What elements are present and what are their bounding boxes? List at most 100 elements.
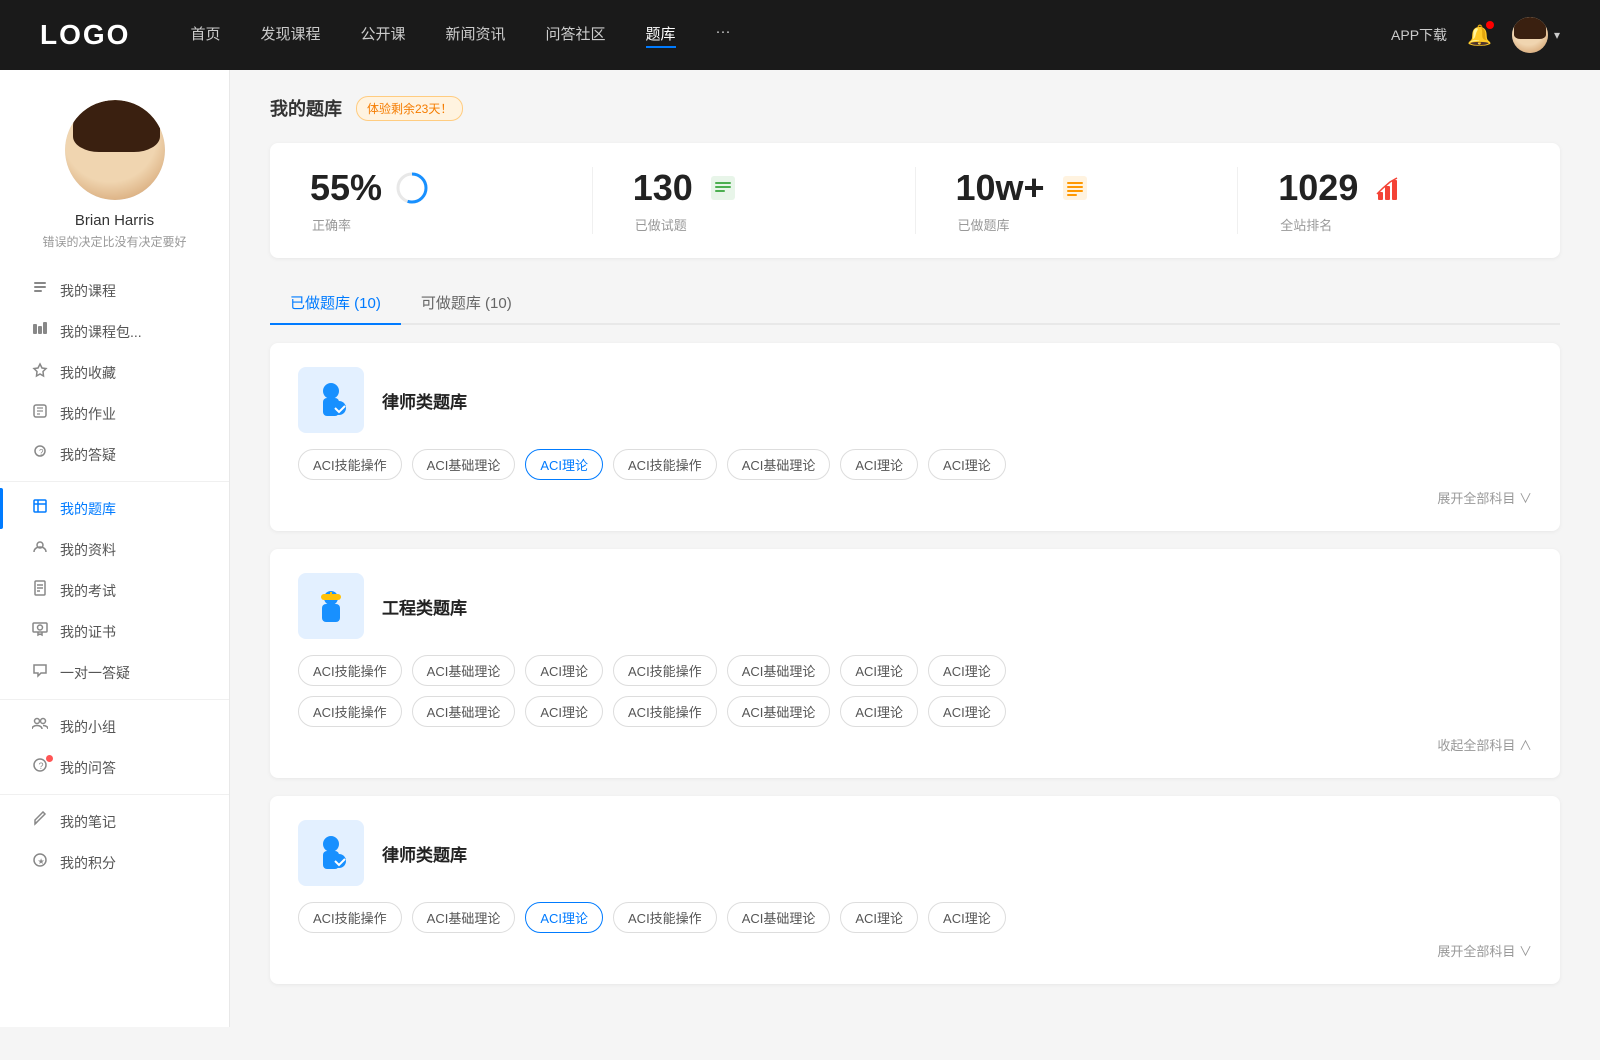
- tag-2-6[interactable]: ACI理论: [928, 902, 1006, 933]
- doc-icon: [1059, 172, 1091, 204]
- tags-row-0: ACI技能操作 ACI基础理论 ACI理论 ACI技能操作 ACI基础理论 ACI理论 AC…: [298, 449, 1532, 480]
- sidebar-item-0[interactable]: 我的课程: [0, 270, 229, 311]
- stat-icon-2: [1057, 170, 1093, 206]
- menu-label-8: 我的证书: [60, 622, 116, 642]
- tag-0-3[interactable]: ACI技能操作: [613, 449, 717, 480]
- tag2-1-5[interactable]: ACI理论: [840, 696, 918, 727]
- sidebar-item-9[interactable]: 一对一答疑: [0, 652, 229, 693]
- tag-2-3[interactable]: ACI技能操作: [613, 902, 717, 933]
- sidebar-item-5[interactable]: 我的题库: [0, 488, 229, 529]
- tag2-1-6[interactable]: ACI理论: [928, 696, 1006, 727]
- tag-0-0[interactable]: ACI技能操作: [298, 449, 402, 480]
- nav-link-新闻资讯[interactable]: 新闻资讯: [446, 23, 506, 48]
- expand-collapse-1[interactable]: 收起全部科目 ∧: [298, 735, 1532, 754]
- tag-1-5[interactable]: ACI理论: [840, 655, 918, 686]
- expand-collapse-0[interactable]: 展开全部科目 ∨: [298, 488, 1532, 507]
- stat-number-1: 130: [633, 167, 693, 209]
- tag2-1-3[interactable]: ACI技能操作: [613, 696, 717, 727]
- trial-badge: 体验剩余23天！: [356, 96, 463, 121]
- sidebar-item-12[interactable]: 我的笔记: [0, 801, 229, 842]
- nav-link-···[interactable]: ···: [716, 23, 731, 48]
- tag2-1-2[interactable]: ACI理论: [525, 696, 603, 727]
- qbank-card-0: 律师类题库 ACI技能操作ACI基础理论ACI理论ACI技能操作ACI基础理论A…: [270, 343, 1560, 531]
- sidebar-item-2[interactable]: 我的收藏: [0, 352, 229, 393]
- tag-1-1[interactable]: ACI基础理论: [412, 655, 516, 686]
- tag-1-0[interactable]: ACI技能操作: [298, 655, 402, 686]
- sidebar-item-13[interactable]: ★ 我的积分: [0, 842, 229, 883]
- sidebar-item-4[interactable]: ? 我的答疑: [0, 434, 229, 475]
- qbank-header-1: 工程类题库: [298, 573, 1532, 639]
- notification-dot: [1486, 21, 1494, 29]
- nav-links: 首页 发现课程 公开课 新闻资讯 问答社区 题库 ···: [190, 23, 1391, 48]
- tag-0-6[interactable]: ACI理论: [928, 449, 1006, 480]
- sidebar-item-11[interactable]: ? 我的问答: [0, 747, 229, 788]
- menu-icon-8: [30, 621, 50, 642]
- nav-link-题库[interactable]: 题库: [646, 23, 676, 48]
- chevron-down-icon: ▾: [1554, 28, 1560, 42]
- sidebar: Brian Harris 错误的决定比没有决定要好 我的课程 我的课程包... …: [0, 70, 230, 1027]
- qbank-icon-0: [298, 367, 364, 433]
- page-title: 我的题库: [270, 95, 342, 121]
- tag2-1-4[interactable]: ACI基础理论: [727, 696, 831, 727]
- qbank-title-0: 律师类题库: [382, 388, 467, 413]
- menu-label-6: 我的资料: [60, 540, 116, 560]
- qbank-list: 律师类题库 ACI技能操作ACI基础理论ACI理论ACI技能操作ACI基础理论A…: [270, 343, 1560, 984]
- menu-icon-5: [30, 498, 50, 519]
- tag-0-1[interactable]: ACI基础理论: [412, 449, 516, 480]
- tag-0-4[interactable]: ACI基础理论: [727, 449, 831, 480]
- tag-0-5[interactable]: ACI理论: [840, 449, 918, 480]
- tag-1-6[interactable]: ACI理论: [928, 655, 1006, 686]
- nav-link-公开课[interactable]: 公开课: [360, 23, 405, 48]
- qbank-header-2: 律师类题库: [298, 820, 1532, 886]
- stat-icon-0: [394, 170, 430, 206]
- menu-icon-13: ★: [30, 852, 50, 873]
- sidebar-item-8[interactable]: 我的证书: [0, 611, 229, 652]
- nav-link-首页[interactable]: 首页: [190, 23, 220, 48]
- sidebar-item-10[interactable]: 我的小组: [0, 706, 229, 747]
- tab-1[interactable]: 可做题库 (10): [401, 282, 532, 323]
- nav-link-问答社区[interactable]: 问答社区: [546, 23, 606, 48]
- stat-item-1: 130 已做试题: [593, 167, 916, 234]
- sidebar-item-6[interactable]: 我的资料: [0, 529, 229, 570]
- tags-row2-1: ACI技能操作 ACI基础理论 ACI理论 ACI技能操作 ACI基础理论 ACI理论 AC…: [298, 696, 1532, 727]
- menu-label-1: 我的课程包...: [60, 322, 142, 342]
- menu-label-12: 我的笔记: [60, 812, 116, 832]
- sidebar-item-3[interactable]: 我的作业: [0, 393, 229, 434]
- menu-icon-6: [30, 539, 50, 560]
- svg-text:★: ★: [38, 857, 45, 866]
- notification-bell[interactable]: 🔔: [1467, 23, 1492, 48]
- qbank-icon-1: [298, 573, 364, 639]
- tag-2-5[interactable]: ACI理论: [840, 902, 918, 933]
- menu-label-2: 我的收藏: [60, 363, 116, 383]
- tag-2-2[interactable]: ACI理论: [525, 902, 603, 933]
- menu-icon-7: [30, 580, 50, 601]
- menu-label-11: 我的问答: [60, 758, 116, 778]
- menu-icon-1: [30, 321, 50, 342]
- navbar: LOGO 首页 发现课程 公开课 新闻资讯 问答社区 题库 ··· APP下载 🔔 ▾: [0, 0, 1600, 70]
- tag-2-1[interactable]: ACI基础理论: [412, 902, 516, 933]
- stat-label-0: 正确率: [310, 215, 351, 234]
- tab-0[interactable]: 已做题库 (10): [270, 282, 401, 323]
- tag-0-2[interactable]: ACI理论: [525, 449, 603, 480]
- app-download-button[interactable]: APP下载: [1391, 25, 1447, 45]
- nav-logo: LOGO: [40, 19, 130, 51]
- tag-2-0[interactable]: ACI技能操作: [298, 902, 402, 933]
- tag2-1-1[interactable]: ACI基础理论: [412, 696, 516, 727]
- menu-icon-12: [30, 811, 50, 832]
- sidebar-item-7[interactable]: 我的考试: [0, 570, 229, 611]
- menu-icon-3: [30, 403, 50, 424]
- sidebar-user-motto: 错误的决定比没有决定要好: [42, 233, 186, 250]
- tag-1-4[interactable]: ACI基础理论: [727, 655, 831, 686]
- user-avatar-nav[interactable]: ▾: [1512, 17, 1560, 53]
- qbank-card-1: 工程类题库 ACI技能操作ACI基础理论ACI理论ACI技能操作ACI基础理论A…: [270, 549, 1560, 778]
- tag-1-3[interactable]: ACI技能操作: [613, 655, 717, 686]
- nav-link-发现课程[interactable]: 发现课程: [260, 23, 320, 48]
- tag-1-2[interactable]: ACI理论: [525, 655, 603, 686]
- expand-collapse-2[interactable]: 展开全部科目 ∨: [298, 941, 1532, 960]
- sidebar-divider-4: [0, 481, 229, 482]
- menu-icon-2: [30, 362, 50, 383]
- menu-label-3: 我的作业: [60, 404, 116, 424]
- tag-2-4[interactable]: ACI基础理论: [727, 902, 831, 933]
- tag2-1-0[interactable]: ACI技能操作: [298, 696, 402, 727]
- sidebar-item-1[interactable]: 我的课程包...: [0, 311, 229, 352]
